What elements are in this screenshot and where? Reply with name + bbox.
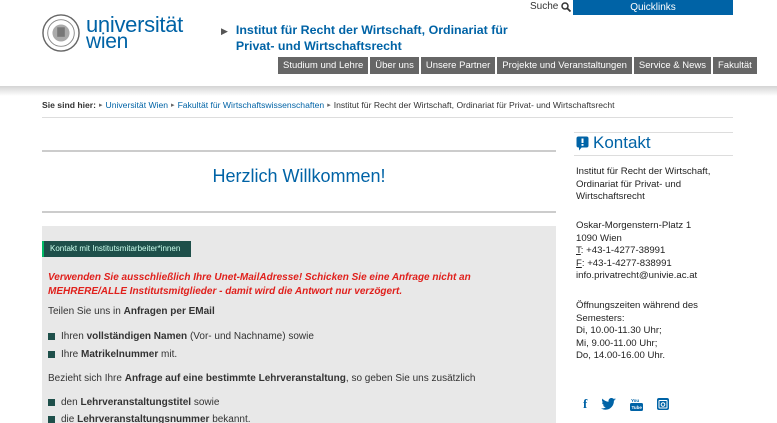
header-shadow <box>0 86 777 96</box>
instruction-prefix: Bezieht sich Ihre <box>48 373 122 384</box>
search-link[interactable]: Suche <box>530 1 572 12</box>
site-header: universität wien ▶ Institut für Recht de… <box>0 0 777 90</box>
list-item-post: bekannt. <box>212 414 251 423</box>
contact-title: Kontakt <box>593 133 651 152</box>
institute-title-text: Institut für Recht der Wirtschaft, Ordin… <box>235 23 508 53</box>
list-item: den Lehrveranstaltungstitel sowie <box>48 397 219 408</box>
svg-text:Tube: Tube <box>632 405 643 410</box>
divider <box>574 155 733 156</box>
nav-item-studium[interactable]: Studium und Lehre <box>278 57 369 74</box>
nav-item-partner[interactable]: Unsere Partner <box>420 57 496 74</box>
divider <box>42 211 556 213</box>
instruction-suffix: , so geben Sie uns zusätzlich <box>345 373 476 384</box>
divider <box>42 117 733 118</box>
list-item-post: mit. <box>161 349 178 360</box>
list-item-pre: die <box>61 414 75 423</box>
contact-org: Institut für Recht der Wirtschaft, Ordin… <box>576 166 736 204</box>
list-item-post: sowie <box>193 397 220 408</box>
phone-line[interactable]: T: +43-1-4277-38991 <box>576 245 736 258</box>
list-item-pre: Ihren <box>61 331 84 342</box>
phone-number: : +43-1-4277-38991 <box>580 245 666 256</box>
address-line: Oskar-Morgenstern-Platz 1 <box>576 220 692 231</box>
bullet-icon <box>48 399 55 406</box>
list-item-pre: den <box>61 397 78 408</box>
address-line: 1090 Wien <box>576 232 622 244</box>
breadcrumb-label: Sie sind hier: <box>42 100 96 110</box>
breadcrumb-link-uni[interactable]: Universität Wien <box>105 100 168 110</box>
hours-line: Mi, 9.00-11.00 Uhr; <box>576 337 658 349</box>
instruction-prefix: Teilen Sie uns in <box>48 306 121 317</box>
contact-org-line: Institut für Recht der Wirtschaft, <box>576 166 711 177</box>
contact-bubble-icon <box>576 136 589 150</box>
contact-org-line: Ordinariat für Privat- und <box>576 178 682 190</box>
instruction-text: Teilen Sie uns in Anfragen per EMail <box>48 306 215 317</box>
twitter-icon[interactable] <box>601 398 617 410</box>
bullet-icon <box>48 351 55 358</box>
list-item: Ihren vollständigen Namen (Vor- und Nach… <box>48 331 314 342</box>
list-item-bold: Matrikelnummer <box>81 349 159 360</box>
bullet-icon <box>48 416 55 423</box>
quicklinks-button[interactable]: Quicklinks <box>573 0 733 15</box>
instruction-bold: Anfragen per EMail <box>123 306 215 317</box>
fax-number: : +43-1-4277-838991 <box>581 257 672 269</box>
contact-org-line: Wirtschaftsrecht <box>576 191 645 202</box>
main-nav: Studium und Lehre Über uns Unsere Partne… <box>278 57 757 74</box>
social-links: f You Tube <box>583 396 670 412</box>
chevron-right-icon: ▶ <box>221 26 228 36</box>
warning-text: Verwenden Sie ausschließlich Ihre Unet-M… <box>48 272 471 297</box>
breadcrumb: Sie sind hier: ▸ Universität Wien ▸ Faku… <box>42 100 615 110</box>
list-item: die Lehrveranstaltungsnummer bekannt. <box>48 414 251 423</box>
chevron-right-icon: ▸ <box>327 102 331 109</box>
contact-address: Oskar-Morgenstern-Platz 1 1090 Wien T: +… <box>576 220 736 283</box>
list-item-bold: Lehrveranstaltungstitel <box>80 397 192 408</box>
nav-item-ueber-uns[interactable]: Über uns <box>370 57 419 74</box>
contact-staff-button[interactable]: Kontakt mit Institutsmitarbeiter*innen <box>42 241 191 257</box>
contact-header: Kontakt <box>576 133 651 153</box>
university-logo[interactable]: universität wien <box>42 14 183 52</box>
breadcrumb-link-faculty[interactable]: Fakultät für Wirtschaftswissenschaften <box>178 100 325 110</box>
opening-hours: Öffnungszeiten während des Semesters: Di… <box>576 300 736 363</box>
search-label: Suche <box>530 1 559 12</box>
search-icon <box>561 1 572 12</box>
university-seal-icon <box>42 14 80 52</box>
institute-title[interactable]: ▶ Institut für Recht der Wirtschaft, Ord… <box>221 22 541 54</box>
list-item-pre: Ihre <box>61 349 79 360</box>
nav-item-service-news[interactable]: Service & News <box>633 57 711 74</box>
list-item-post: (Vor- und Nachname) sowie <box>189 331 314 342</box>
divider <box>42 150 556 152</box>
chevron-right-icon: ▸ <box>98 102 103 109</box>
page-title: Herzlich Willkommen! <box>212 166 386 186</box>
svg-text:You: You <box>631 398 639 403</box>
instruction-bold: Anfrage auf eine bestimmte Lehrveranstal… <box>124 373 346 384</box>
youtube-icon[interactable]: You Tube <box>630 398 644 411</box>
facebook-icon[interactable]: f <box>583 396 587 412</box>
hours-line: Do, 14.00-16.00 Uhr. <box>576 350 666 361</box>
list-item: Ihre Matrikelnummer mit. <box>48 349 177 360</box>
chevron-right-icon: ▸ <box>171 102 175 109</box>
hours-line: Di, 10.00-11.30 Uhr; <box>576 325 662 336</box>
fax-line: F: +43-1-4277-838991 <box>576 258 736 271</box>
breadcrumb-current: Institut für Recht der Wirtschaft, Ordin… <box>333 100 615 110</box>
instagram-icon[interactable] <box>657 398 670 410</box>
bullet-icon <box>48 333 55 340</box>
hours-line: Semesters: <box>576 312 625 324</box>
list-item-bold: vollständigen Namen <box>86 331 188 342</box>
nav-item-fakultaet[interactable]: Fakultät <box>712 57 757 74</box>
instruction-text-2: Bezieht sich Ihre Anfrage auf eine besti… <box>48 373 475 384</box>
nav-item-projekte[interactable]: Projekte und Veranstaltungen <box>497 57 632 74</box>
email-link[interactable]: info.privatrecht@univie.ac.at <box>576 270 736 283</box>
list-item-bold: Lehrveranstaltungsnummer <box>77 414 210 423</box>
hours-line: Öffnungszeiten während des <box>576 300 698 311</box>
